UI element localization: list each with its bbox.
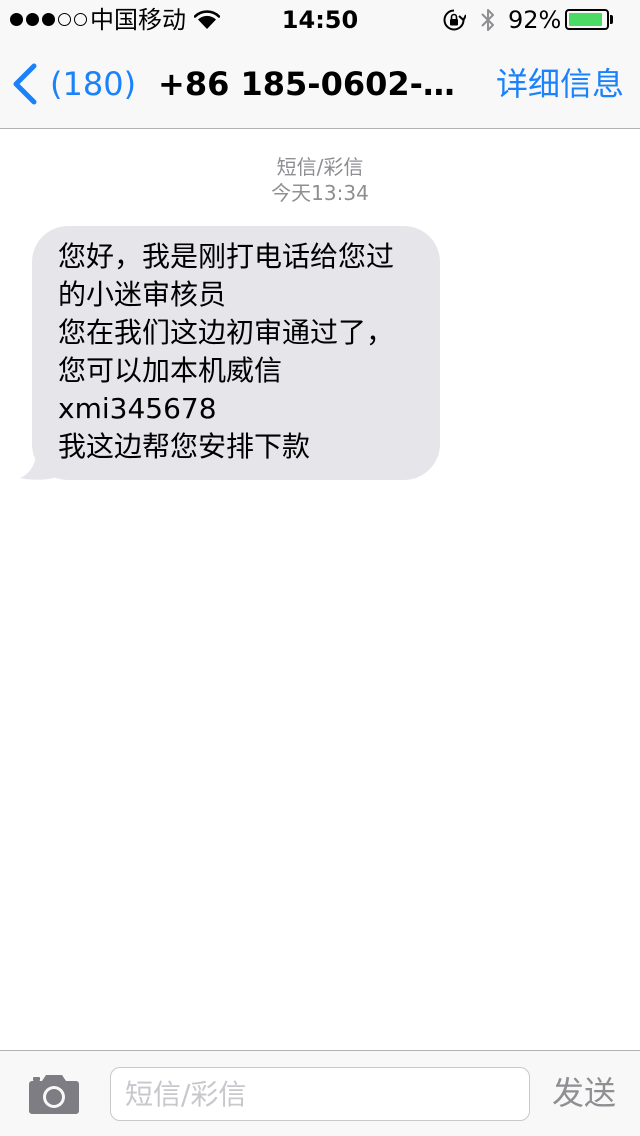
battery-percentage: 92% [508,6,562,34]
signal-dot [26,13,39,26]
rotation-lock-icon [443,9,466,31]
wifi-icon [194,10,220,29]
message-line: 的小迷审核员 [58,278,227,311]
message-line: 您在我们这边初审通过了， [58,316,395,349]
message-timestamp: 今天13:34 [271,181,369,205]
details-button[interactable]: 详细信息 [496,62,624,106]
message-bubble: 您好，我是刚打电话给您过 的小迷审核员 您在我们这边初审通过了， 您可以加本机威… [32,226,440,480]
message-input[interactable] [110,1067,530,1121]
message-line: 您可以加本机威信 [58,354,283,387]
signal-dot [42,13,55,26]
incoming-message[interactable]: 您好，我是刚打电话给您过 的小迷审核员 您在我们这边初审通过了， 您可以加本机威… [20,226,440,480]
send-button[interactable]: 发送 [552,1073,616,1113]
camera-icon[interactable] [28,1073,80,1115]
message-line: xmi345678 [58,392,217,425]
chevron-left-icon [13,63,37,105]
message-type-label: 短信/彩信 [276,155,364,179]
navigation-bar: (180) +86 185-0602-7... 详细信息 [0,40,640,129]
back-unread-count: (180) [50,65,137,103]
messages-screen: 中国移动 14:50 92% (180) +86 185-0602-7... 详… [0,0,640,1136]
battery-level-fill [569,13,603,26]
message-line: 我这边帮您安排下款 [58,430,311,463]
battery-icon [565,9,609,30]
carrier-name: 中国移动 [90,6,186,34]
conversation-title: +86 185-0602-7... [158,65,458,103]
battery-tip [610,15,613,24]
back-button[interactable]: (180) [10,60,136,108]
signal-strength-indicator [10,13,87,26]
message-line: 您好，我是刚打电话给您过 [58,240,395,273]
message-composer: 发送 [0,1050,640,1136]
signal-dot [58,13,71,26]
bluetooth-icon [481,9,494,31]
signal-dot [10,13,23,26]
signal-dot [74,13,87,26]
status-bar: 中国移动 14:50 92% [0,0,640,40]
